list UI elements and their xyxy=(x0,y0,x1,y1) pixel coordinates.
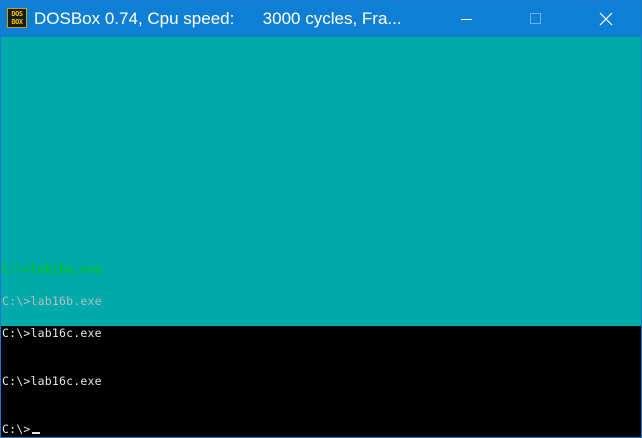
close-icon xyxy=(599,12,613,26)
dosbox-window: DOS BOX DOSBox 0.74, Cpu speed: 3000 cyc… xyxy=(0,0,642,438)
console-line: C:\>lab16c.exe xyxy=(2,326,102,340)
prompt-text: C:\> xyxy=(2,422,31,436)
console-line: C:\>lab16b.exe xyxy=(2,294,102,308)
dosbox-icon[interactable]: DOS BOX xyxy=(7,8,27,28)
console-line: C:\>lab16c.exe xyxy=(2,374,102,388)
minimize-icon xyxy=(461,19,472,20)
title-bar[interactable]: DOS BOX DOSBox 0.74, Cpu speed: 3000 cyc… xyxy=(1,1,641,37)
dos-screen[interactable]: C:\>lab16a.exe C:\>lab16b.exe C:\>lab16c… xyxy=(1,37,641,437)
window-title: DOSBox 0.74, Cpu speed: 3000 cycles, Fra… xyxy=(34,9,402,28)
icon-text-bottom: BOX xyxy=(11,18,23,26)
cyan-screen-region xyxy=(1,37,641,326)
icon-text-top: DOS xyxy=(11,10,23,18)
command-prompt[interactable]: C:\> xyxy=(2,422,40,436)
close-button[interactable] xyxy=(583,1,629,37)
maximize-icon xyxy=(530,13,541,24)
console-line: C:\>lab16a.exe xyxy=(2,262,102,276)
maximize-button[interactable] xyxy=(513,1,559,37)
minimize-button[interactable] xyxy=(443,1,489,37)
text-cursor xyxy=(31,432,40,434)
